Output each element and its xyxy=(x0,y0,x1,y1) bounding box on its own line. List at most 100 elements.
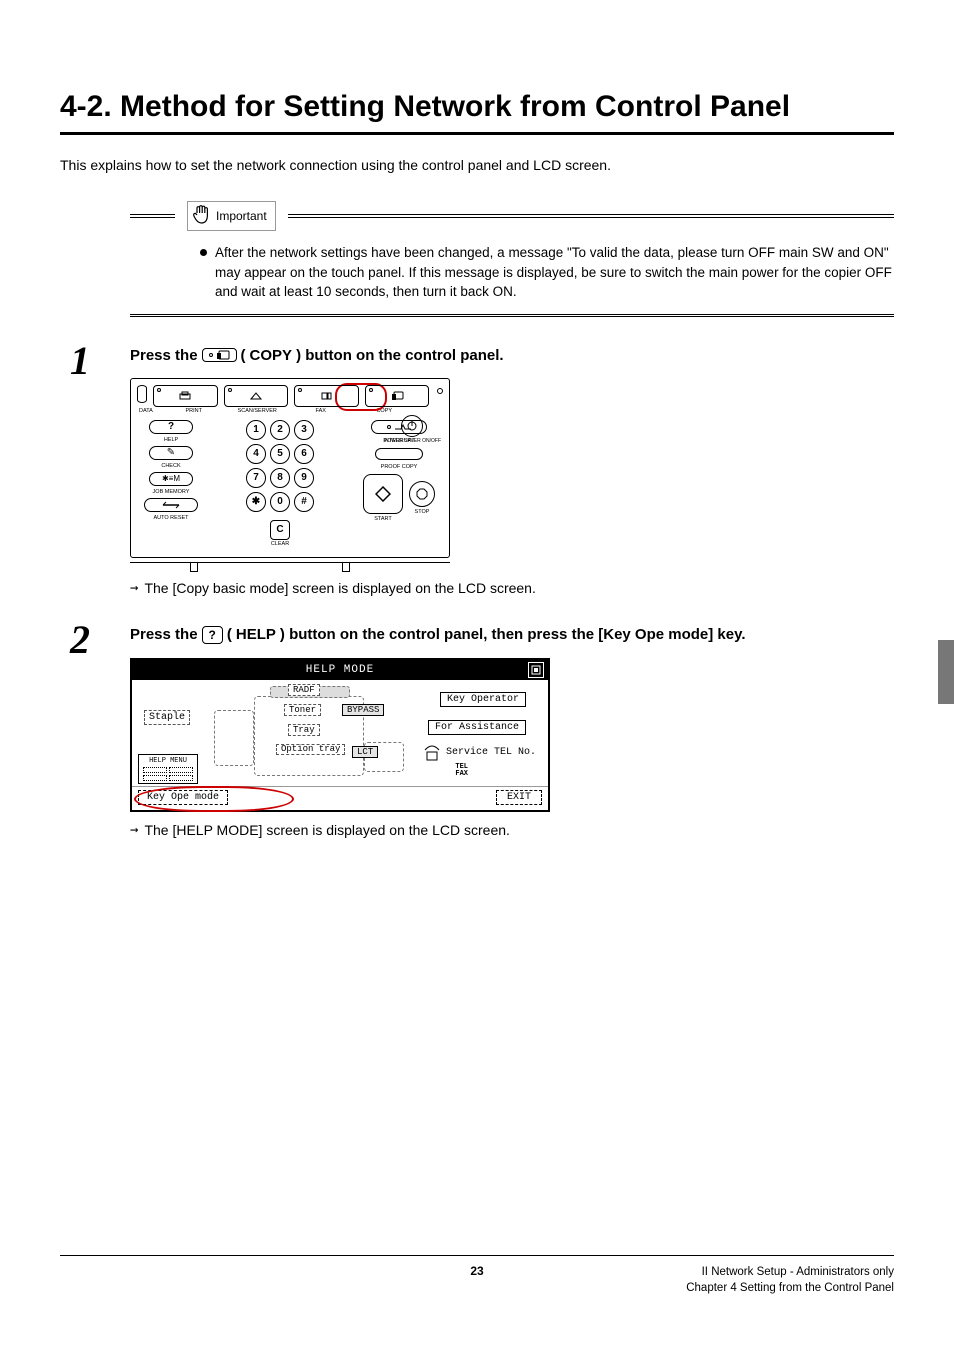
print-mode-button[interactable] xyxy=(153,385,218,407)
help-button[interactable]: ? xyxy=(149,420,193,434)
auto-reset-button[interactable] xyxy=(144,498,198,512)
scan-mode-button[interactable] xyxy=(224,385,289,407)
keypad-0[interactable]: 0 xyxy=(270,492,290,512)
question-icon: ? xyxy=(168,421,174,432)
keypad-7[interactable]: 7 xyxy=(246,468,266,488)
step-2-title: Press the ? (HELP) button on the control… xyxy=(130,626,894,644)
help-label: HELP xyxy=(164,437,178,443)
step-1-title: Press the (COPY) button on the control p… xyxy=(130,347,894,364)
start-stop-group: START STOP xyxy=(363,474,435,522)
fax-mode-button[interactable] xyxy=(294,385,359,407)
help-key-icon: ? xyxy=(202,626,223,644)
pencil-icon: ✎ xyxy=(167,447,175,458)
lcd-service-text: Service TEL No. xyxy=(446,747,536,758)
lcd-toner[interactable]: Toner xyxy=(284,704,321,716)
important-header-row: Important xyxy=(130,201,894,231)
step-2-post-open: ( xyxy=(227,626,232,643)
step-1-number: 1 xyxy=(70,337,90,384)
stop-octagon-icon xyxy=(416,488,428,500)
intro-paragraph: This explains how to set the network con… xyxy=(60,157,894,173)
lcd-tray[interactable]: Tray xyxy=(288,724,320,736)
lcd-option-tray[interactable]: Option tray xyxy=(276,744,345,755)
step-1-pre: Press the xyxy=(130,347,198,364)
keypad-5[interactable]: 5 xyxy=(270,444,290,464)
keypad-1[interactable]: 1 xyxy=(246,420,266,440)
thumb-index-tab xyxy=(938,640,954,704)
step-2-post-btn: HELP xyxy=(236,626,276,643)
print-label: PRINT xyxy=(165,408,223,414)
proof-label: PROOF COPY xyxy=(381,464,418,470)
numeric-keypad: 1 2 3 4 5 6 7 8 9 ✱ 0 # xyxy=(209,420,351,512)
lcd-exit[interactable]: EXIT xyxy=(496,790,542,805)
keypad-8[interactable]: 8 xyxy=(270,468,290,488)
keypad-hash[interactable]: # xyxy=(294,492,314,512)
step-1-result-text: The [Copy basic mode] screen is displaye… xyxy=(144,580,535,596)
diagram-finisher-icon xyxy=(214,710,254,766)
lcd-for-assistance[interactable]: For Assistance xyxy=(428,720,526,735)
power-saver-area: POWER SAVER ON/OFF xyxy=(384,415,441,444)
lcd-key-ope-mode[interactable]: Key Ope mode xyxy=(138,790,228,805)
lcd-bypass[interactable]: BYPASS xyxy=(342,704,384,716)
lcd-radf[interactable]: RADF xyxy=(288,684,320,696)
led-icon xyxy=(209,353,213,357)
step-2-pre: Press the xyxy=(130,626,198,643)
lcd-staple[interactable]: Staple xyxy=(144,710,190,725)
job-memory-button[interactable]: ✱≡M xyxy=(149,472,193,486)
lcd-key-operator[interactable]: Key Operator xyxy=(440,692,526,707)
power-label: POWER SAVER ON/OFF xyxy=(384,439,441,444)
lcd-machine-diagram: RADF Toner Tray Option tray BYPASS LCT xyxy=(214,686,414,782)
lcd-body: Staple HELP MENU RADF Toner Tray Option xyxy=(132,680,548,810)
keypad-9[interactable]: 9 xyxy=(294,468,314,488)
step-2: 2 Press the ? (HELP) button on the contr… xyxy=(60,626,894,838)
important-badge: Important xyxy=(187,201,276,231)
autoreset-icon xyxy=(161,501,181,509)
important-text: After the network settings have been cha… xyxy=(215,243,894,302)
clear-label: CLEAR xyxy=(271,541,289,547)
step-1: 1 Press the (COPY) button on the control… xyxy=(60,347,894,596)
lcd-service-row: Service TEL No. xyxy=(422,744,536,762)
jobmem-icon: ✱≡M xyxy=(162,474,180,483)
document-page: 4-2. Method for Setting Network from Con… xyxy=(0,0,954,1348)
important-bullet: After the network settings have been cha… xyxy=(130,231,894,314)
start-button[interactable] xyxy=(363,474,403,514)
keypad-6[interactable]: 6 xyxy=(294,444,314,464)
arrow-icon: → xyxy=(130,822,138,838)
step-2-post-close: ) button on the control panel, then pres… xyxy=(280,626,746,643)
lcd-help-menu[interactable]: HELP MENU xyxy=(138,754,198,784)
footer-line-1: II Network Setup - Administrators only xyxy=(686,1264,894,1280)
lcd-lct[interactable]: LCT xyxy=(352,746,378,758)
check-button[interactable]: ✎ xyxy=(149,446,193,460)
step-1-post-close: ) button on the control panel. xyxy=(296,347,503,364)
power-saver-button[interactable] xyxy=(401,415,423,437)
start-label: START xyxy=(374,516,392,522)
lcd-tel-fax: TEL FAX xyxy=(455,764,468,779)
lcd-fax: FAX xyxy=(455,771,468,779)
lcd-footer: Key Ope mode EXIT xyxy=(132,786,548,810)
arrow-icon: → xyxy=(130,580,138,596)
mode-labels-row: DATA PRINT SCAN/SERVER FAX COPY xyxy=(159,408,443,414)
page-footer: 23 II Network Setup - Administrators onl… xyxy=(60,1255,894,1296)
panel-top-row xyxy=(137,385,443,407)
keypad-3[interactable]: 3 xyxy=(294,420,314,440)
rule-left xyxy=(130,214,175,218)
keypad-star[interactable]: ✱ xyxy=(246,492,266,512)
page-number: 23 xyxy=(470,1264,483,1278)
copy-key-icon xyxy=(202,348,237,362)
scan-label: SCAN/SERVER xyxy=(229,408,287,414)
control-panel-frame: DATA PRINT SCAN/SERVER FAX COPY POWER SA… xyxy=(130,378,450,558)
keypad-4[interactable]: 4 xyxy=(246,444,266,464)
footer-line-2: Chapter 4 Setting from the Control Panel xyxy=(686,1280,894,1296)
clear-button[interactable]: C xyxy=(270,520,290,540)
proof-copy-button[interactable] xyxy=(375,448,423,460)
control-panel-figure: DATA PRINT SCAN/SERVER FAX COPY POWER SA… xyxy=(130,378,450,570)
lcd-figure: HELP MODE Staple HELP MENU xyxy=(130,658,550,812)
stop-button[interactable] xyxy=(409,481,435,507)
bullet-dot-icon xyxy=(200,249,207,256)
copy-mode-button[interactable] xyxy=(365,385,430,407)
data-indicator xyxy=(137,385,147,403)
data-cylinder-icon xyxy=(137,385,147,403)
keypad-2[interactable]: 2 xyxy=(270,420,290,440)
lcd-help-menu-label: HELP MENU xyxy=(149,757,187,765)
fax-label: FAX xyxy=(292,408,350,414)
page-title: 4-2. Method for Setting Network from Con… xyxy=(60,90,894,124)
